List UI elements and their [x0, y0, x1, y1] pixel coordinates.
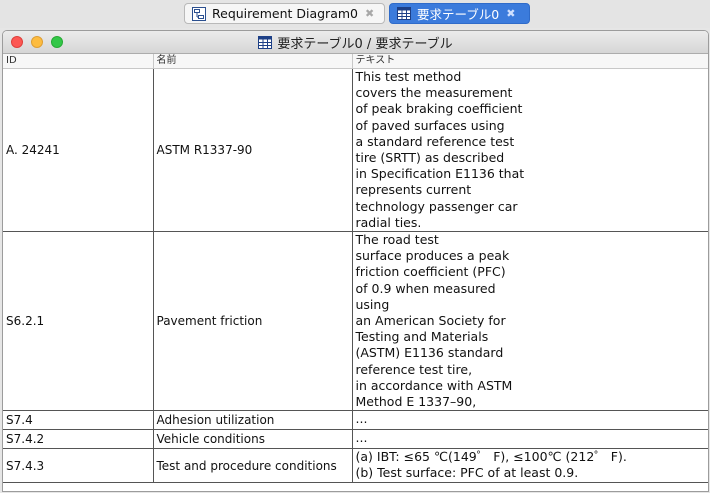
cell-text[interactable]: This test method covers the measurement …: [352, 68, 708, 233]
close-icon[interactable]: ✖: [506, 7, 515, 20]
cell-id[interactable]: A. 24241: [3, 68, 154, 233]
cell-id[interactable]: S6.2.1: [3, 231, 154, 412]
cell-name[interactable]: Adhesion utilization: [153, 410, 353, 431]
requirement-table: ID 名前 テキスト A. 24241 ASTM R1337-90 This t…: [3, 54, 708, 484]
cell-name[interactable]: ASTM R1337-90: [153, 68, 353, 233]
cell-name[interactable]: Vehicle conditions: [153, 429, 353, 450]
window-title-text: 要求テーブル0 / 要求テーブル: [277, 36, 453, 52]
tab-requirement-table[interactable]: 要求テーブル0 ✖: [389, 3, 530, 24]
cell-id[interactable]: S7.4.3: [3, 448, 154, 484]
cell-text[interactable]: ...: [352, 429, 708, 450]
table-row[interactable]: S7.4.3 Test and procedure conditions (a)…: [3, 448, 708, 484]
table-row[interactable]: S7.4.2 Vehicle conditions ...: [3, 429, 708, 450]
table-icon: [258, 35, 273, 49]
cell-id[interactable]: S7.4.2: [3, 429, 154, 450]
cell-name[interactable]: Test and procedure conditions: [153, 448, 353, 484]
table-icon: [397, 7, 411, 20]
cell-id[interactable]: S7.4: [3, 410, 154, 431]
table-window: 要求テーブル0 / 要求テーブル ID 名前 テキスト A. 24241 AST…: [2, 30, 709, 492]
cell-text[interactable]: ...: [352, 410, 708, 431]
tab-requirement-diagram[interactable]: Requirement Diagram0 ✖: [184, 3, 385, 24]
close-icon[interactable]: ✖: [365, 7, 374, 20]
diagram-icon: [192, 6, 206, 21]
cell-text[interactable]: (a) IBT: ≤65 ℃(149゜ F), ≤100℃ (212゜ F). …: [352, 448, 708, 484]
tab-label: Requirement Diagram0: [212, 6, 358, 21]
cell-name[interactable]: Pavement friction: [153, 231, 353, 412]
table-header-row: ID 名前 テキスト: [3, 54, 708, 69]
window-title: 要求テーブル0 / 要求テーブル: [3, 31, 708, 53]
window-titlebar: 要求テーブル0 / 要求テーブル: [3, 31, 708, 54]
table-row[interactable]: S6.2.1 Pavement friction The road test s…: [3, 231, 708, 412]
table-row[interactable]: S7.4 Adhesion utilization ...: [3, 410, 708, 431]
cell-text[interactable]: The road test surface produces a peak fr…: [352, 231, 708, 412]
editor-tab-strip: Requirement Diagram0 ✖ 要求テーブル0 ✖: [0, 0, 710, 28]
tab-label: 要求テーブル0: [417, 7, 500, 22]
table-row[interactable]: A. 24241 ASTM R1337-90 This test method …: [3, 68, 708, 233]
column-header-text[interactable]: テキスト: [352, 54, 708, 69]
column-header-name[interactable]: 名前: [153, 54, 353, 69]
column-header-id[interactable]: ID: [3, 54, 154, 69]
